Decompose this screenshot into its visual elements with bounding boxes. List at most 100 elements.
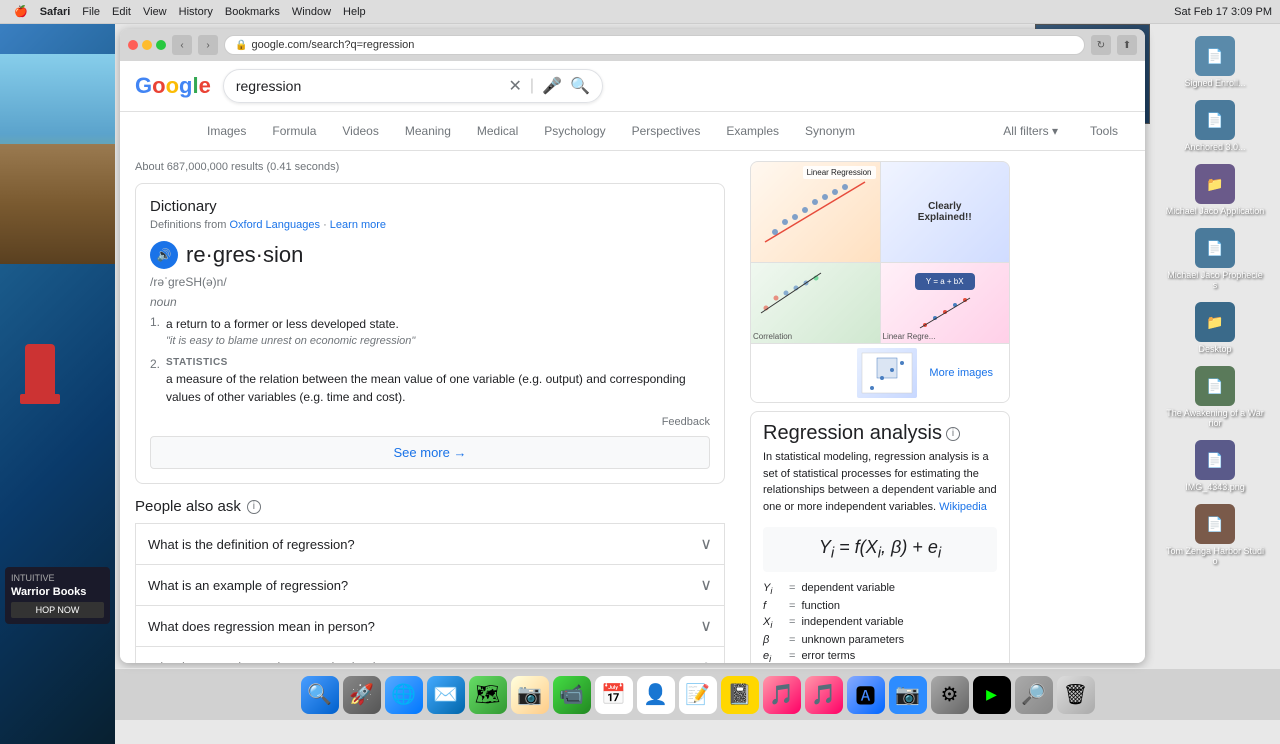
bookmarks-menu[interactable]: Bookmarks <box>219 6 286 18</box>
search-input[interactable] <box>236 78 501 94</box>
dock-contacts[interactable]: 👤 <box>637 676 675 714</box>
dock-trash[interactable]: 🗑 <box>1057 676 1095 714</box>
refresh-button[interactable]: ↻ <box>1091 35 1111 55</box>
dock-settings[interactable]: ⚙ <box>931 676 969 714</box>
icon-img-1: 📄 <box>1195 36 1235 76</box>
info-icon: i <box>247 500 261 514</box>
paa-question-4[interactable]: What is regression to the mean in simple… <box>136 647 724 663</box>
kp-info-icon: i <box>946 427 960 441</box>
learn-more-link[interactable]: Learn more <box>330 219 386 231</box>
image-1[interactable]: Linear Regression <box>751 162 880 262</box>
dock-music[interactable]: 🎵 <box>763 676 801 714</box>
all-filters-button[interactable]: All filters ▾ <box>991 118 1070 144</box>
url-text: google.com/search?q=regression <box>251 39 1074 51</box>
edit-menu[interactable]: Edit <box>106 6 137 18</box>
dock-calendar[interactable]: 📅 <box>595 676 633 714</box>
tab-videos[interactable]: Videos <box>330 118 390 144</box>
google-header: Google ✕ | 🎤 🔍 <box>120 61 1145 112</box>
desktop-icon-3[interactable]: 📁 Michael Jaco Application <box>1154 160 1276 220</box>
tab-examples[interactable]: Examples <box>714 118 791 144</box>
left-sidebar: INTUITIVE Warrior Books HOP NOW <box>0 24 115 744</box>
dock-mail[interactable]: ✉️ <box>427 676 465 714</box>
address-bar[interactable]: 🔒 google.com/search?q=regression <box>224 35 1085 55</box>
forward-button[interactable]: › <box>198 35 218 55</box>
paa-item-2: What is an example of regression? ∨ <box>135 564 725 606</box>
kp-title-text: Regression analysis <box>763 422 942 445</box>
tab-synonym[interactable]: Synonym <box>793 118 867 144</box>
image-4[interactable]: Y = a + bX <box>881 263 1010 343</box>
dock-facetime[interactable]: 📹 <box>553 676 591 714</box>
dock-notes[interactable]: 📓 <box>721 676 759 714</box>
search-submit-button[interactable]: 🔍 <box>570 76 590 96</box>
word-text: re·gres·sion <box>186 242 303 268</box>
definition-2: STATISTICS a measure of the relation bet… <box>150 357 710 406</box>
desktop-icon-2[interactable]: 📄 Anchored 3.0... <box>1154 96 1276 156</box>
image-3[interactable]: Correlation <box>751 263 880 343</box>
dock-itunes[interactable]: 🎵 <box>805 676 843 714</box>
close-window-button[interactable] <box>128 40 138 50</box>
paa-question-1[interactable]: What is the definition of regression? ∨ <box>136 524 724 564</box>
audio-button[interactable]: 🔊 <box>150 241 178 269</box>
dictionary-source: Definitions from Oxford Languages · Lear… <box>150 219 710 231</box>
wikipedia-link[interactable]: Wikipedia <box>939 501 987 513</box>
dock-search[interactable]: 🔎 <box>1015 676 1053 714</box>
desktop-icon-1[interactable]: 📄 Signed Enroll... <box>1154 32 1276 92</box>
scatter-plot-3 <box>915 290 975 330</box>
tab-formula[interactable]: Formula <box>260 118 328 144</box>
desktop-icon-5[interactable]: 📁 Desktop <box>1154 298 1276 358</box>
search-clear-button[interactable]: ✕ <box>508 76 521 96</box>
dock-safari[interactable]: 🌐 <box>385 676 423 714</box>
dock-appstore[interactable]: 🅰 <box>847 676 885 714</box>
formula-box: Yi = f(Xi, β) + ei <box>763 527 997 572</box>
dock-launchpad[interactable]: 🚀 <box>343 676 381 714</box>
tools-button[interactable]: Tools <box>1078 118 1130 144</box>
app-name[interactable]: Safari <box>34 6 77 18</box>
tab-perspectives[interactable]: Perspectives <box>620 118 713 144</box>
paa-question-3[interactable]: What does regression mean in person? ∨ <box>136 606 724 646</box>
file-menu[interactable]: File <box>76 6 106 18</box>
desktop-icon-6[interactable]: 📄 The Awakening of a Warrior <box>1154 362 1276 432</box>
paa-item-1: What is the definition of regression? ∨ <box>135 523 725 565</box>
tab-images[interactable]: Images <box>195 118 258 144</box>
image-5-thumb[interactable] <box>857 348 917 398</box>
paa-chevron-3: ∨ <box>700 616 712 636</box>
help-menu[interactable]: Help <box>337 6 372 18</box>
def1-text: a return to a former or less developed s… <box>166 315 710 333</box>
desktop-icon-7[interactable]: 📄 IMG_4343.png <box>1154 436 1276 496</box>
fullscreen-window-button[interactable] <box>156 40 166 50</box>
see-more-button[interactable]: See more → <box>150 436 710 469</box>
dock-terminal[interactable]: ▶ <box>973 676 1011 714</box>
paa-chevron-1: ∨ <box>700 534 712 554</box>
tab-meaning[interactable]: Meaning <box>393 118 463 144</box>
share-button[interactable]: ⬆ <box>1117 35 1137 55</box>
tab-psychology[interactable]: Psychology <box>532 118 617 144</box>
oxford-link[interactable]: Oxford Languages <box>229 219 320 231</box>
more-images-button[interactable]: More images <box>921 363 1001 383</box>
minimize-window-button[interactable] <box>142 40 152 50</box>
search-box[interactable]: ✕ | 🎤 🔍 <box>223 69 603 103</box>
var-ei: ei = error terms <box>751 648 1009 663</box>
image-2[interactable]: Clearly Explained!! <box>881 162 1010 262</box>
paa-question-2[interactable]: What is an example of regression? ∨ <box>136 565 724 605</box>
paa-q2-text: What is an example of regression? <box>148 578 348 593</box>
view-menu[interactable]: View <box>137 6 173 18</box>
tab-medical[interactable]: Medical <box>465 118 530 144</box>
voice-search-button[interactable]: 🎤 <box>542 76 562 96</box>
desktop-icon-8[interactable]: 📄 Tom Zenga Harbor Studio <box>1154 500 1276 570</box>
dock-photos[interactable]: 📷 <box>511 676 549 714</box>
word-entry: 🔊 re·gres·sion <box>150 241 710 269</box>
desktop-icon-4[interactable]: 📄 Michael Jaco Prophecies <box>1154 224 1276 294</box>
apple-menu[interactable]: 🍎 <box>8 5 34 18</box>
window-menu[interactable]: Window <box>286 6 337 18</box>
feedback-link[interactable]: Feedback <box>150 416 710 428</box>
image-3-label: Correlation <box>753 332 792 341</box>
desktop-icons: 📄 Signed Enroll... 📄 Anchored 3.0... 📁 M… <box>1150 24 1280 668</box>
back-button[interactable]: ‹ <box>172 35 192 55</box>
dock-zoom[interactable]: 📷 <box>889 676 927 714</box>
dock-maps[interactable]: 🗺 <box>469 676 507 714</box>
landscape-mountain <box>0 144 115 264</box>
dock-finder[interactable]: 🔍 <box>301 676 339 714</box>
dock-reminders[interactable]: 📝 <box>679 676 717 714</box>
history-menu[interactable]: History <box>173 6 219 18</box>
shop-now-button[interactable]: HOP NOW <box>11 602 104 618</box>
